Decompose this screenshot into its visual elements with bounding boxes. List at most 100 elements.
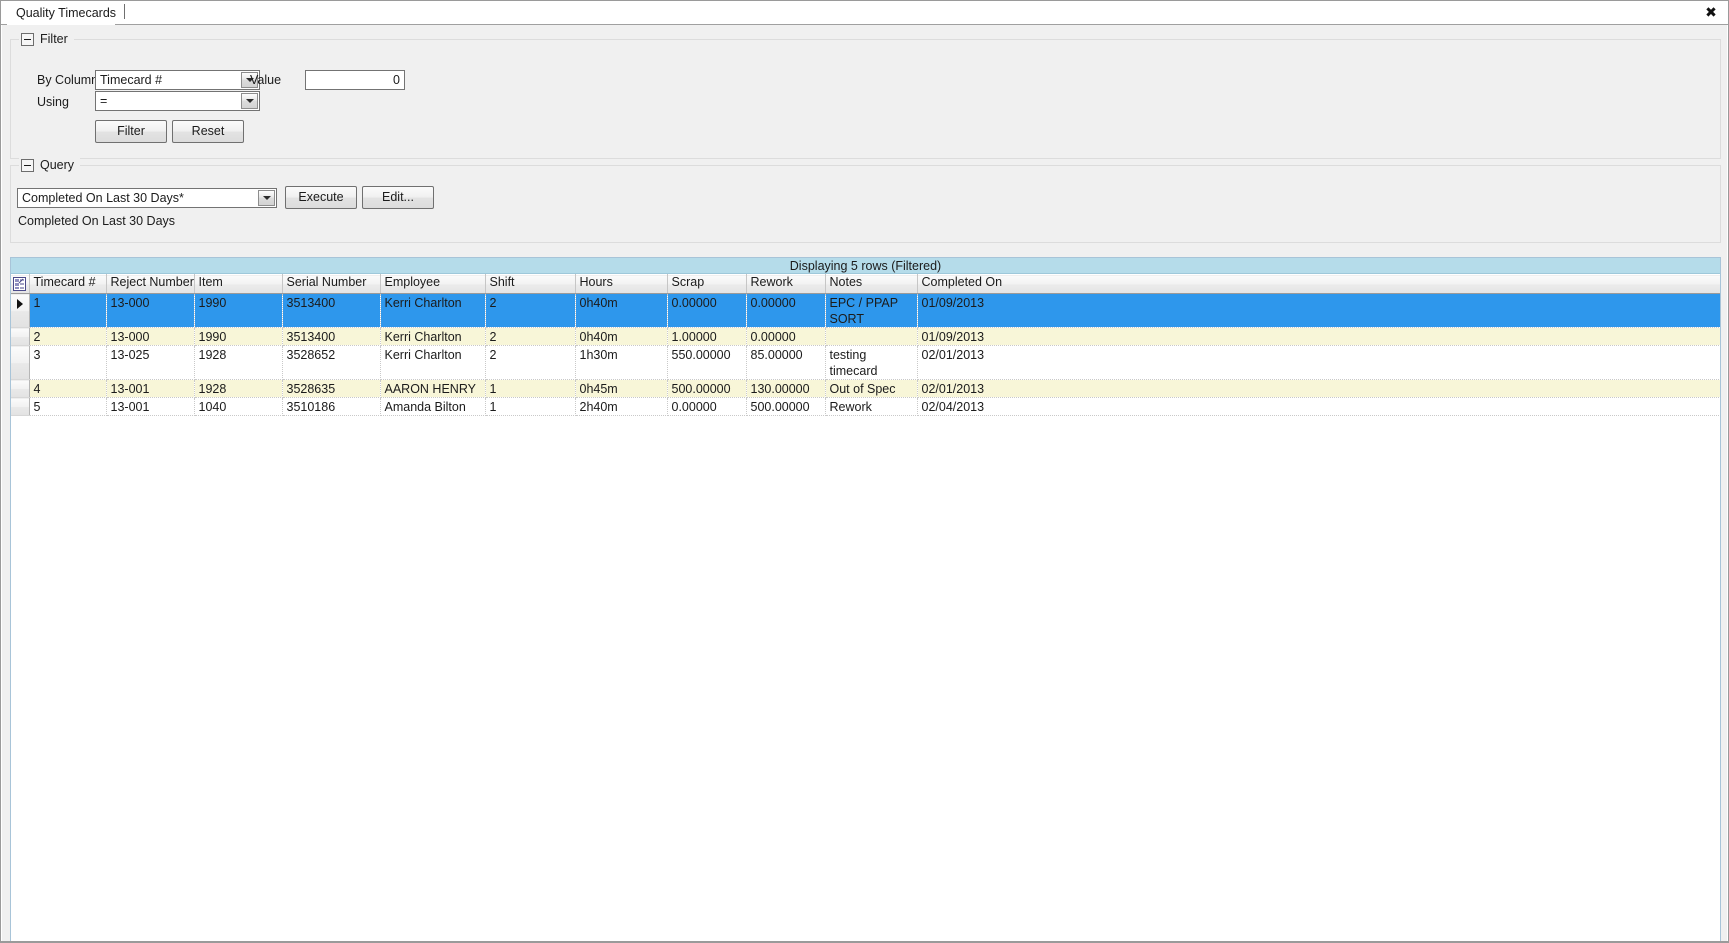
column-header-item[interactable]: Item — [194, 274, 283, 294]
column-header-shift[interactable]: Shift — [485, 274, 576, 294]
cell-scrap: 1.00000 — [667, 327, 747, 346]
cell-item: 1040 — [194, 397, 283, 416]
cell-timecard-number: 3 — [29, 345, 107, 380]
row-selector[interactable] — [11, 397, 30, 416]
column-header-scrap[interactable]: Scrap — [667, 274, 747, 294]
row-selector[interactable] — [11, 293, 30, 328]
cell-reject-number: 13-000 — [106, 293, 195, 328]
cell-hours: 0h40m — [575, 293, 668, 328]
current-row-arrow-icon — [17, 299, 23, 309]
column-header-timecard-number[interactable]: Timecard # — [29, 274, 107, 294]
chevron-down-icon[interactable] — [241, 93, 258, 109]
grid-status-bar: Displaying 5 rows (Filtered) — [11, 258, 1720, 274]
cell-employee: Kerri Charlton — [380, 345, 486, 380]
table-row[interactable]: 4 13-001 1928 3528635 AARON HENRY 1 0h45… — [11, 379, 1720, 398]
cell-shift: 1 — [485, 379, 576, 398]
cell-item: 1928 — [194, 345, 283, 380]
cell-scrap: 0.00000 — [667, 293, 747, 328]
column-header-employee[interactable]: Employee — [380, 274, 486, 294]
cell-completed-on: 01/09/2013 — [917, 293, 1720, 328]
edit-query-button[interactable]: Edit... — [362, 186, 434, 209]
header-row: Timecard # Reject Number Item Serial Num… — [11, 274, 1720, 294]
by-column-label: By Column — [37, 73, 99, 87]
grid-scroll-area[interactable]: Timecard # Reject Number Item Serial Num… — [11, 274, 1720, 941]
reset-button[interactable]: Reset — [172, 120, 244, 143]
cell-completed-on: 02/01/2013 — [917, 379, 1720, 398]
using-label: Using — [37, 95, 69, 109]
cell-rework: 0.00000 — [746, 293, 826, 328]
cell-notes — [825, 327, 918, 346]
cell-rework: 85.00000 — [746, 345, 826, 380]
cell-serial-number: 3513400 — [282, 293, 381, 328]
value-input[interactable] — [305, 70, 405, 90]
table-body: 1 13-000 1990 3513400 Kerri Charlton 2 0… — [11, 293, 1720, 416]
tab-strip: Quality Timecards ✖ — [1, 1, 1728, 25]
cell-shift: 2 — [485, 327, 576, 346]
cell-scrap: 0.00000 — [667, 397, 747, 416]
table-row[interactable]: 3 13-025 1928 3528652 Kerri Charlton 2 1… — [11, 345, 1720, 380]
cell-timecard-number: 2 — [29, 327, 107, 346]
cell-employee: AARON HENRY — [380, 379, 486, 398]
cell-serial-number: 3510186 — [282, 397, 381, 416]
column-header-rework[interactable]: Rework — [746, 274, 826, 294]
cell-hours: 0h40m — [575, 327, 668, 346]
cell-scrap: 500.00000 — [667, 379, 747, 398]
timecards-table: Timecard # Reject Number Item Serial Num… — [11, 274, 1720, 416]
cell-completed-on: 02/04/2013 — [917, 397, 1720, 416]
tab-label: Quality Timecards — [16, 6, 117, 20]
cell-completed-on: 02/01/2013 — [917, 345, 1720, 380]
table-header: Timecard # Reject Number Item Serial Num… — [11, 274, 1720, 294]
cell-employee: Kerri Charlton — [380, 293, 486, 328]
results-grid-panel: Displaying 5 rows (Filtered) Timecard # … — [10, 257, 1721, 941]
cell-scrap: 550.00000 — [667, 345, 747, 380]
cell-rework: 500.00000 — [746, 397, 826, 416]
row-selector[interactable] — [11, 327, 30, 346]
cell-timecard-number: 5 — [29, 397, 107, 416]
using-combo[interactable]: = — [95, 91, 260, 111]
filter-group: Filter By Column Timecard # Using = Valu… — [10, 31, 1721, 159]
query-select-value: Completed On Last 30 Days* — [22, 191, 184, 205]
tab-quality-timecards[interactable]: Quality Timecards — [7, 1, 126, 24]
value-label: Value — [250, 73, 282, 87]
cell-serial-number: 3528635 — [282, 379, 381, 398]
cell-item: 1990 — [194, 293, 283, 328]
cell-serial-number: 3528652 — [282, 345, 381, 380]
column-header-serial-number[interactable]: Serial Number — [282, 274, 381, 294]
select-all-grid-icon[interactable] — [11, 274, 30, 294]
column-header-notes[interactable]: Notes — [825, 274, 918, 294]
by-column-combo-value: Timecard # — [100, 73, 163, 87]
cell-timecard-number: 1 — [29, 293, 107, 328]
cell-rework: 0.00000 — [746, 327, 826, 346]
table-row[interactable]: 1 13-000 1990 3513400 Kerri Charlton 2 0… — [11, 293, 1720, 328]
cell-notes: Rework — [825, 397, 918, 416]
quality-timecards-window: Quality Timecards ✖ Filter By Column Tim… — [0, 0, 1729, 943]
query-group: Query Completed On Last 30 Days* Execute… — [10, 157, 1721, 243]
column-header-reject-number[interactable]: Reject Number — [106, 274, 195, 294]
query-collapse-icon[interactable] — [21, 158, 34, 172]
filter-collapse-icon[interactable] — [21, 32, 34, 46]
row-selector[interactable] — [11, 345, 30, 380]
column-header-hours[interactable]: Hours — [575, 274, 668, 294]
cell-reject-number: 13-001 — [106, 397, 195, 416]
cell-notes: Out of Spec — [825, 379, 918, 398]
row-selector[interactable] — [11, 379, 30, 398]
column-header-completed-on[interactable]: Completed On — [917, 274, 1720, 294]
using-combo-value: = — [100, 94, 108, 108]
cell-notes: testing timecard — [825, 345, 918, 380]
close-icon[interactable]: ✖ — [1702, 4, 1720, 22]
cell-shift: 1 — [485, 397, 576, 416]
query-legend-label: Query — [40, 158, 75, 172]
window-bottom-edge — [1, 941, 1728, 942]
cell-serial-number: 3513400 — [282, 327, 381, 346]
execute-button[interactable]: Execute — [285, 186, 357, 209]
cell-item: 1928 — [194, 379, 283, 398]
by-column-combo[interactable]: Timecard # — [95, 70, 260, 90]
table-row[interactable]: 2 13-000 1990 3513400 Kerri Charlton 2 0… — [11, 327, 1720, 346]
query-select-combo[interactable]: Completed On Last 30 Days* — [17, 188, 277, 208]
filter-legend-label: Filter — [40, 32, 68, 46]
filter-button[interactable]: Filter — [95, 120, 167, 143]
table-row[interactable]: 5 13-001 1040 3510186 Amanda Bilton 1 2h… — [11, 397, 1720, 416]
cell-shift: 2 — [485, 293, 576, 328]
cell-hours: 0h45m — [575, 379, 668, 398]
chevron-down-icon[interactable] — [258, 190, 275, 206]
